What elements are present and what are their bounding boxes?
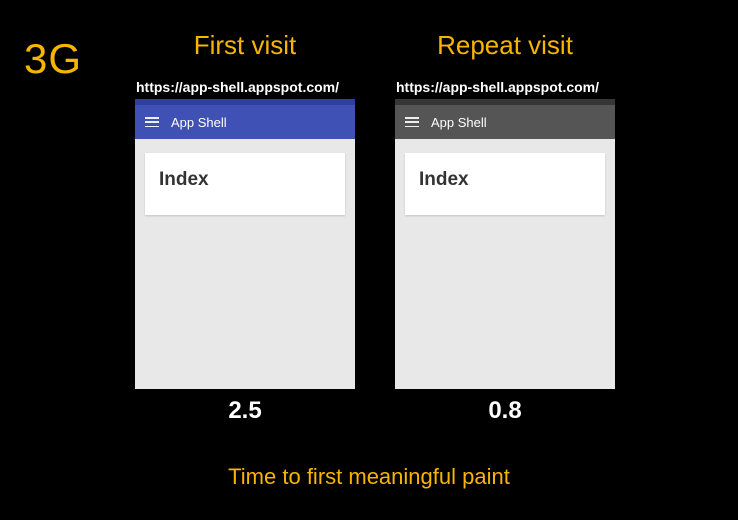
phone-mock-repeat: App Shell Index — [395, 99, 615, 389]
column-title: First visit — [194, 30, 297, 61]
slide-caption: Time to first meaningful paint — [0, 464, 738, 490]
network-badge: 3G — [24, 35, 82, 83]
url-label: https://app-shell.appspot.com/ — [390, 79, 599, 95]
repeat-visit-column: Repeat visit https://app-shell.appspot.c… — [390, 30, 620, 425]
phone-mock-first: App Shell Index — [135, 99, 355, 389]
card-title: Index — [159, 169, 331, 191]
column-title: Repeat visit — [437, 30, 573, 61]
timing-value: 0.8 — [488, 397, 521, 425]
app-bar-title: App Shell — [431, 115, 487, 130]
timing-value: 2.5 — [228, 397, 261, 425]
phone-content: Index — [135, 139, 355, 229]
phone-content: Index — [395, 139, 615, 229]
url-label: https://app-shell.appspot.com/ — [130, 79, 339, 95]
card-title: Index — [419, 169, 591, 191]
content-card: Index — [405, 153, 605, 215]
app-bar-title: App Shell — [171, 115, 227, 130]
hamburger-icon[interactable] — [145, 117, 159, 127]
app-bar: App Shell — [395, 105, 615, 139]
app-bar: App Shell — [135, 105, 355, 139]
content-card: Index — [145, 153, 345, 215]
hamburger-icon[interactable] — [405, 117, 419, 127]
first-visit-column: First visit https://app-shell.appspot.co… — [130, 30, 360, 425]
